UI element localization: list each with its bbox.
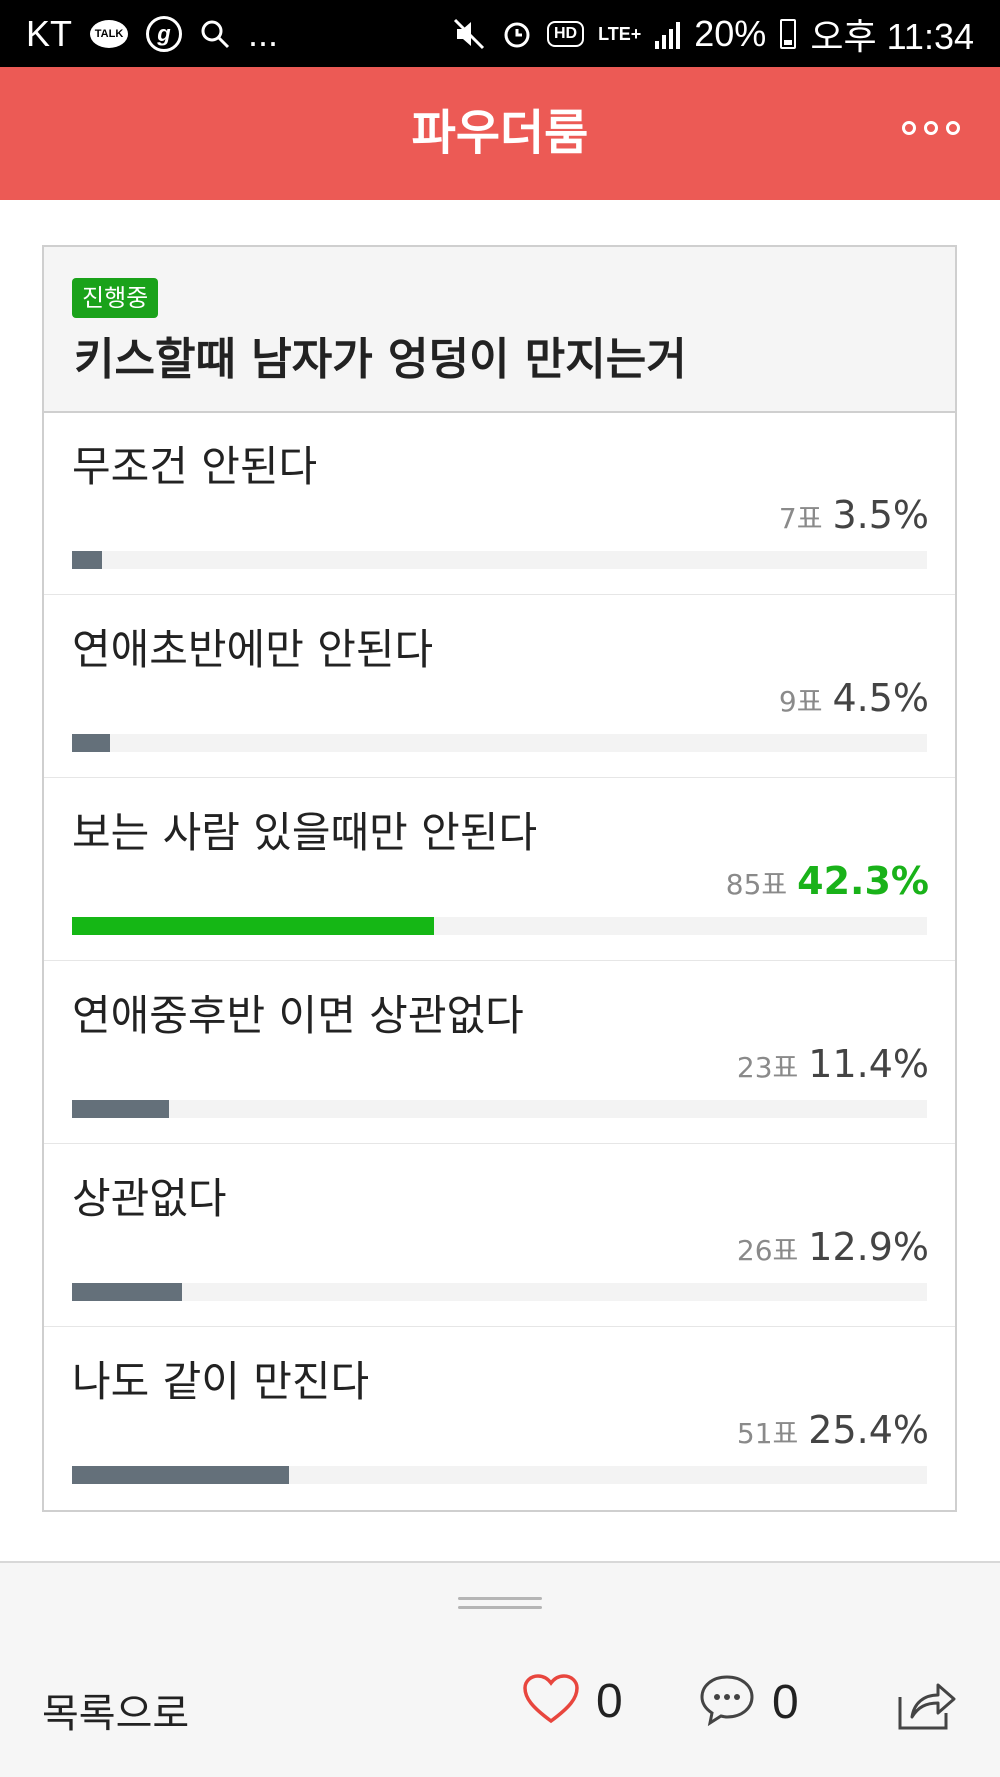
more-dot-icon (924, 121, 938, 135)
vote-percent: 25.4% (808, 1408, 929, 1452)
poll-card: 진행중 키스할때 남자가 엉덩이 만지는거 무조건 안된다 7표 3.5% 연애초반에… (42, 245, 957, 1512)
clock: 오후 11:34 (810, 15, 974, 57)
lte-icon: LTE+ (598, 23, 642, 44)
more-dot-icon (902, 121, 916, 135)
search-icon (200, 19, 230, 49)
share-button[interactable] (896, 1679, 958, 1735)
poll-option[interactable]: 보는 사람 있을때만 안된다 85표 42.3% (44, 777, 955, 961)
poll-option-stats: 7표 3.5% (779, 493, 929, 537)
vote-percent: 11.4% (808, 1042, 929, 1086)
progress-bar-track (72, 917, 927, 935)
heart-icon (522, 1673, 580, 1729)
drag-handle-icon (458, 1597, 542, 1611)
more-dot-icon (946, 121, 960, 135)
bottom-bar: 목록으로 0 0 (0, 1643, 1000, 1777)
status-bar-left: KT TALK g ... (26, 0, 278, 67)
vote-count: 26표 (736, 1234, 799, 1267)
drag-handle-area[interactable] (0, 1561, 1000, 1645)
progress-bar-fill (72, 1100, 169, 1118)
poll-option[interactable]: 나도 같이 만진다 51표 25.4% (44, 1326, 955, 1509)
share-icon (896, 1683, 958, 1735)
poll-option-stats: 85표 42.3% (726, 859, 929, 903)
progress-bar-track (72, 734, 927, 752)
status-bar: KT TALK g ... HD LTE+ 20% 오후 11:34 (0, 0, 1000, 67)
comment-icon (698, 1673, 756, 1731)
more-notifications-indicator: ... (248, 12, 279, 54)
battery-icon (780, 18, 797, 49)
poll-option-stats: 9표 4.5% (779, 676, 929, 720)
poll-option[interactable]: 상관없다 26표 12.9% (44, 1143, 955, 1327)
g-app-icon: g (146, 15, 183, 52)
poll-option-label: 연애초반에만 안된다 (72, 625, 434, 674)
progress-bar-track (72, 551, 927, 569)
progress-bar-fill (72, 917, 434, 935)
page-title: 파우더룸 (411, 105, 589, 161)
progress-bar-track (72, 1283, 927, 1301)
poll-option[interactable]: 무조건 안된다 7표 3.5% (44, 411, 955, 595)
vote-percent: 4.5% (832, 676, 929, 720)
more-options-button[interactable] (902, 121, 960, 135)
poll-option-label: 상관없다 (72, 1174, 227, 1223)
carrier-label: KT (26, 12, 73, 54)
status-bar-right: HD LTE+ 20% 오후 11:34 (453, 0, 974, 67)
vote-count: 51표 (736, 1417, 799, 1450)
poll-option-stats: 51표 25.4% (737, 1408, 929, 1452)
progress-bar-fill (72, 1283, 182, 1301)
poll-option[interactable]: 연애중후반 이면 상관없다 23표 11.4% (44, 960, 955, 1144)
alarm-icon (501, 18, 533, 50)
progress-bar-fill (72, 734, 110, 752)
progress-bar-fill (72, 551, 102, 569)
poll-option-stats: 23표 11.4% (737, 1042, 929, 1086)
kakaotalk-icon: TALK (90, 19, 129, 48)
back-to-list-button[interactable]: 목록으로 (42, 1681, 189, 1739)
poll-title: 키스할때 남자가 엉덩이 만지는거 (74, 334, 687, 385)
poll-option-label: 나도 같이 만진다 (72, 1357, 370, 1406)
vote-count: 7표 (778, 502, 823, 535)
like-button[interactable]: 0 (522, 1673, 623, 1729)
vote-percent: 12.9% (808, 1225, 929, 1269)
vote-percent: 42.3% (797, 859, 929, 903)
poll-option[interactable]: 연애초반에만 안된다 9표 4.5% (44, 594, 955, 778)
vote-count: 9표 (778, 685, 823, 718)
comment-button[interactable]: 0 (698, 1673, 799, 1731)
vote-count: 23표 (736, 1051, 799, 1084)
progress-bar-track (72, 1100, 927, 1118)
progress-bar-track (72, 1466, 927, 1484)
like-count: 0 (596, 1674, 623, 1728)
vote-percent: 3.5% (832, 493, 929, 537)
vibrate-mute-icon (453, 18, 487, 50)
comment-count: 0 (772, 1675, 799, 1729)
vote-count: 85표 (725, 868, 788, 901)
poll-header: 진행중 키스할때 남자가 엉덩이 만지는거 (44, 247, 955, 413)
poll-option-label: 연애중후반 이면 상관없다 (72, 991, 524, 1040)
app-bar: 파우더룸 (0, 67, 1000, 200)
battery-percent: 20% (694, 12, 767, 54)
poll-option-label: 무조건 안된다 (72, 442, 318, 491)
poll-option-stats: 26표 12.9% (737, 1225, 929, 1269)
progress-bar-fill (72, 1466, 289, 1484)
signal-icon (655, 19, 681, 49)
poll-option-label: 보는 사람 있을때만 안된다 (72, 808, 538, 857)
hd-voice-icon: HD (546, 20, 585, 47)
status-badge: 진행중 (72, 278, 159, 318)
